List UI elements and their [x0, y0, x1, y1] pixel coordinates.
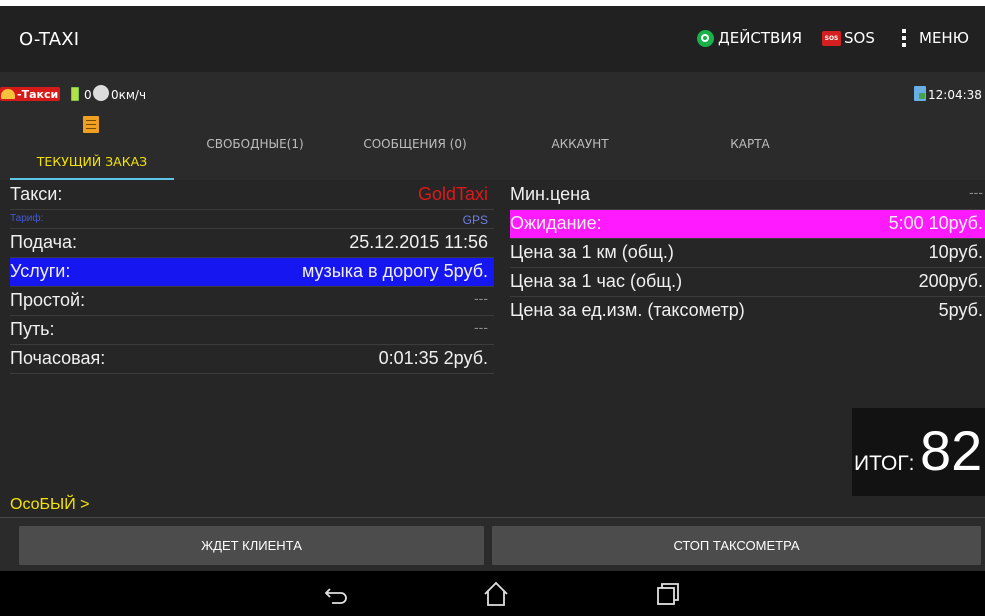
- tab-current-order[interactable]: ТЕКУЩИЙ ЗАКАЗ: [10, 110, 174, 180]
- tab-free-orders[interactable]: СВОБОДНЫЕ(1): [180, 110, 330, 180]
- bottom-button-bar: ЖДЕТ КЛИЕНТА СТОП ТАКСОМЕТРА: [0, 517, 985, 570]
- total-amount: 82: [920, 419, 983, 482]
- tariff-value: GPS: [462, 213, 488, 227]
- order-row-route: Путь: ---: [10, 316, 494, 345]
- price-label: Цена за 1 км (общ.): [510, 242, 674, 262]
- satellite-count: 0: [84, 88, 92, 102]
- services-value: музыка в дорогу 5руб.: [301, 261, 488, 281]
- tab-label: ТЕКУЩИЙ ЗАКАЗ: [36, 154, 148, 169]
- order-label: Услуги:: [10, 261, 71, 281]
- clock: 12:04:38: [928, 88, 982, 102]
- taxi-name: GoldTaxi: [417, 184, 488, 204]
- app-screen: O-TAXI ДЕЙСТВИЯ SOS SOS МЕНЮ -Такси 0 0к…: [0, 6, 985, 616]
- price-row-per-hour: Цена за 1 час (общ.) 200руб.: [510, 268, 985, 297]
- price-row-min: Мин.цена ---: [510, 181, 985, 210]
- route-value: ---: [474, 319, 488, 335]
- stop-meter-button[interactable]: СТОП ТАКСОМЕТРА: [492, 526, 981, 565]
- order-row-hourly: Почасовая: 0:01:35 2руб.: [10, 345, 494, 374]
- action-bar: O-TAXI ДЕЙСТВИЯ SOS SOS МЕНЮ: [0, 6, 985, 72]
- tab-label: СВОБОДНЫЕ(1): [206, 137, 304, 151]
- price-label: Мин.цена: [510, 184, 591, 204]
- system-nav-bar: [0, 571, 985, 616]
- tab-map[interactable]: КАРТА: [670, 110, 830, 180]
- menu-button[interactable]: МЕНЮ: [902, 29, 969, 47]
- tab-label: СООБЩЕНИЯ (0): [363, 137, 467, 151]
- sos-icon: SOS: [822, 30, 841, 46]
- per-km-value: 10руб.: [928, 242, 983, 262]
- min-price-value: ---: [969, 184, 983, 200]
- hourly-value: 0:01:35 2руб.: [378, 348, 488, 368]
- active-tab-indicator: [10, 178, 174, 180]
- wait-client-button[interactable]: ЖДЕТ КЛИЕНТА: [19, 526, 484, 565]
- order-label: Путь:: [10, 319, 55, 339]
- order-row-taxi: Такси: GoldTaxi: [10, 181, 494, 210]
- file-sync-icon: [914, 86, 926, 101]
- taxi-logo-badge: -Такси: [0, 87, 61, 101]
- menu-label: МЕНЮ: [919, 29, 969, 47]
- tab-account[interactable]: АККАУНТ: [505, 110, 655, 180]
- order-label: Тариф:: [10, 213, 44, 224]
- order-label: Подача:: [10, 232, 78, 252]
- sos-label: SOS: [844, 29, 875, 47]
- tab-bar: ТЕКУЩИЙ ЗАКАЗ СВОБОДНЫЕ(1) СООБЩЕНИЯ (0)…: [0, 110, 985, 180]
- back-icon[interactable]: [323, 580, 351, 608]
- idle-value: ---: [474, 290, 488, 306]
- order-label: Почасовая:: [10, 348, 106, 368]
- order-row-idle: Простой: ---: [10, 287, 494, 316]
- status-strip: -Такси 0 0км/ч 12:04:38: [0, 72, 985, 110]
- order-label: Простой:: [10, 290, 86, 310]
- app-title: O-TAXI: [19, 29, 80, 50]
- pricing-details: Мин.цена --- Ожидание: 5:00 10руб. Цена …: [510, 181, 985, 326]
- order-details: Такси: GoldTaxi Тариф: GPS Подача: 25.12…: [10, 181, 494, 374]
- actions-button[interactable]: ДЕЙСТВИЯ: [697, 29, 802, 47]
- order-row-pickup: Подача: 25.12.2015 11:56: [10, 229, 494, 258]
- order-row-services[interactable]: Услуги: музыка в дорогу 5руб.: [10, 258, 494, 287]
- actions-label: ДЕЙСТВИЯ: [718, 29, 802, 47]
- waiting-value: 5:00 10руб.: [888, 213, 983, 233]
- price-label: Цена за 1 час (общ.): [510, 271, 683, 291]
- checklist-icon: [83, 116, 99, 133]
- total-display: ИТОГ: 82: [852, 408, 985, 496]
- order-row-tariff: Тариф: GPS: [10, 210, 494, 229]
- home-icon[interactable]: [482, 580, 510, 608]
- price-row-per-unit: Цена за ед.изм. (таксометр) 5руб.: [510, 297, 985, 326]
- tab-label: КАРТА: [730, 137, 770, 151]
- speed-readout: 0км/ч: [111, 88, 147, 102]
- battery-icon: [71, 87, 79, 101]
- pickup-value: 25.12.2015 11:56: [349, 232, 488, 252]
- per-hour-value: 200руб.: [918, 271, 983, 291]
- recent-apps-icon[interactable]: [654, 580, 682, 608]
- satellite-icon: [93, 85, 109, 101]
- overflow-menu-icon: [902, 29, 906, 47]
- price-label: Цена за ед.изм. (таксометр): [510, 300, 745, 320]
- order-label: Такси:: [10, 184, 63, 204]
- sos-button[interactable]: SOS SOS: [822, 29, 875, 47]
- total-label: ИТОГ:: [854, 452, 915, 475]
- tab-label: АККАУНТ: [551, 137, 609, 151]
- actions-icon: [697, 29, 714, 47]
- price-label: Ожидание:: [510, 213, 602, 233]
- tab-messages[interactable]: СООБЩЕНИЯ (0): [340, 110, 490, 180]
- price-row-waiting[interactable]: Ожидание: 5:00 10руб.: [510, 210, 985, 239]
- taxi-logo-icon: [1, 89, 15, 99]
- price-row-per-km: Цена за 1 км (общ.) 10руб.: [510, 239, 985, 268]
- per-unit-value: 5руб.: [938, 300, 983, 320]
- taxi-badge-text: -Такси: [17, 87, 59, 101]
- special-order-link[interactable]: ОсоБЫЙ >: [10, 496, 89, 514]
